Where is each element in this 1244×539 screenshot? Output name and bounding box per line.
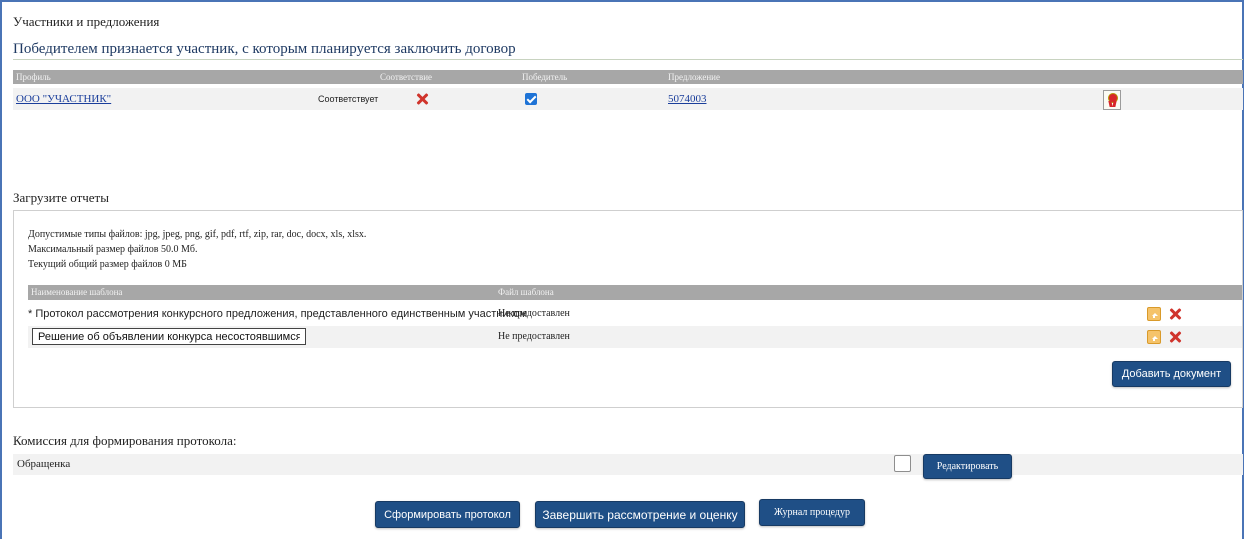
template-row: * Протокол рассмотрения конкурсного пред… bbox=[28, 303, 1242, 325]
template-file-status: Не предоставлен bbox=[498, 308, 570, 319]
allowed-file-types: Допустимые типы файлов: jpg, jpeg, png, … bbox=[28, 229, 367, 240]
participant-row: ООО "УЧАСТНИК" Соответствует 5074003 bbox=[13, 88, 1243, 110]
column-header-template-file: Файл шаблона bbox=[498, 287, 554, 297]
upload-file-icon[interactable] bbox=[1147, 307, 1161, 321]
compliance-status: Соответствует bbox=[318, 94, 379, 104]
frame-top-border bbox=[0, 0, 1244, 2]
max-file-size: Максимальный размер файлов 50.0 Мб. bbox=[28, 244, 198, 255]
compliance-toggle-icon[interactable] bbox=[416, 93, 428, 105]
column-header-compliance: Соответствие bbox=[380, 72, 433, 82]
commission-checkbox[interactable] bbox=[894, 455, 911, 472]
add-document-button[interactable]: Добавить документ bbox=[1112, 361, 1231, 387]
participants-table-header: Профиль Соответствие Победитель Предложе… bbox=[13, 70, 1243, 84]
column-header-offer: Предложение bbox=[668, 72, 720, 82]
award-ribbon-icon[interactable] bbox=[1103, 90, 1121, 110]
template-name-input[interactable] bbox=[32, 328, 306, 345]
templates-table-header: Наименование шаблона Файл шаблона bbox=[28, 285, 1242, 300]
delete-icon[interactable] bbox=[1169, 331, 1181, 343]
ribbon-right bbox=[1112, 101, 1117, 107]
winner-note: Победителем признается участник, с котор… bbox=[13, 41, 516, 57]
current-total-size: Текущий общий размер файлов 0 МБ bbox=[28, 259, 187, 270]
upload-file-icon[interactable] bbox=[1147, 330, 1161, 344]
commission-member-name: Обращенка bbox=[17, 458, 71, 470]
form-protocol-button[interactable]: Сформировать протокол bbox=[375, 501, 520, 528]
delete-icon[interactable] bbox=[1169, 308, 1181, 320]
finish-review-button[interactable]: Завершить рассмотрение и оценку bbox=[535, 501, 745, 528]
column-header-template-name: Наименование шаблона bbox=[31, 287, 123, 297]
procedure-log-button[interactable]: Журнал процедур bbox=[759, 499, 865, 526]
commission-member-row: Обращенка bbox=[13, 454, 1243, 475]
winner-checkbox[interactable] bbox=[525, 93, 537, 105]
frame-left-border bbox=[0, 0, 2, 539]
column-header-winner: Победитель bbox=[522, 72, 568, 82]
template-row: Не предоставлен bbox=[28, 326, 1242, 348]
upload-section-title: Загрузите отчеты bbox=[13, 190, 109, 205]
commission-title: Комиссия для формирования протокола: bbox=[13, 433, 237, 448]
divider bbox=[13, 59, 1243, 60]
offer-link[interactable]: 5074003 bbox=[668, 93, 707, 105]
participants-section-title: Участники и предложения bbox=[13, 14, 160, 29]
template-file-status: Не предоставлен bbox=[498, 331, 570, 342]
edit-commission-button[interactable]: Редактировать bbox=[923, 454, 1012, 479]
column-header-profile: Профиль bbox=[16, 72, 51, 82]
template-name: * Протокол рассмотрения конкурсного пред… bbox=[28, 308, 528, 320]
participant-name-link[interactable]: ООО "УЧАСТНИК" bbox=[16, 93, 111, 105]
